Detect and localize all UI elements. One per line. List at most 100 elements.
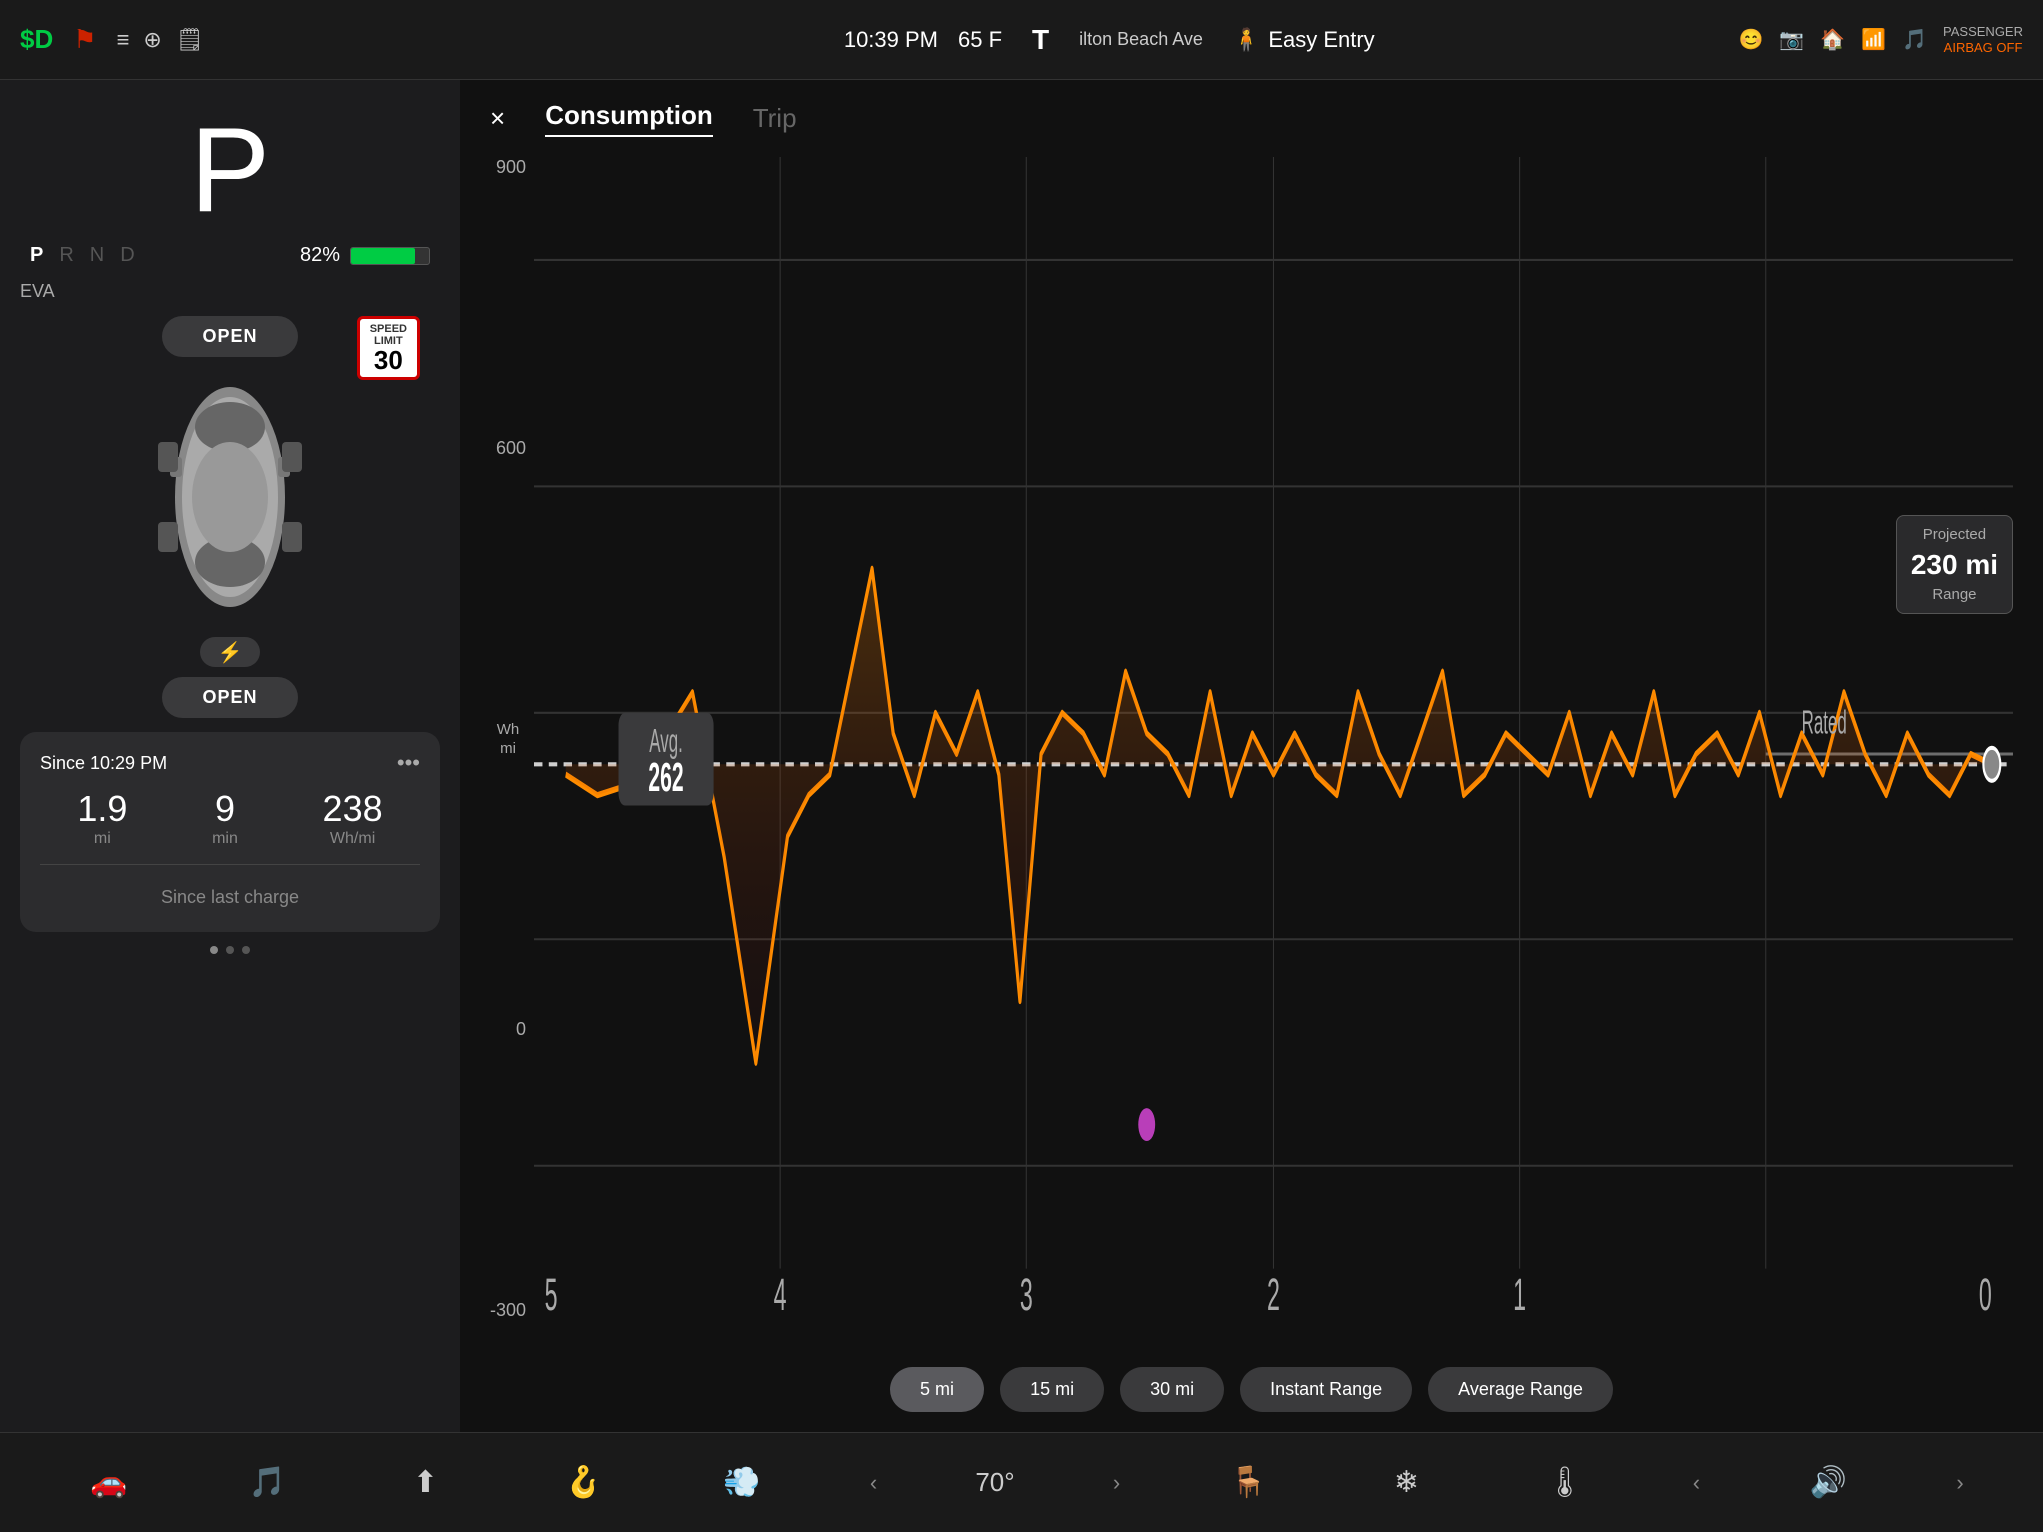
- svg-text:1: 1: [1513, 1268, 1526, 1320]
- temp-chevron-right[interactable]: ›: [1113, 1470, 1120, 1496]
- y-label-neg300: -300: [490, 1300, 526, 1321]
- temp-chevron-left[interactable]: ‹: [870, 1470, 877, 1496]
- temperature-display: 70°: [975, 1467, 1014, 1498]
- seat-icon[interactable]: 🪝: [554, 1453, 614, 1513]
- stats-row: 1.9 mi 9 min 238 Wh/mi: [40, 788, 420, 848]
- gear-display: P: [20, 100, 440, 230]
- volume-chevron-left[interactable]: ‹: [1693, 1470, 1700, 1496]
- easy-entry-label: Easy Entry: [1268, 27, 1374, 53]
- defrost-rear-icon[interactable]: ❄: [1376, 1453, 1436, 1513]
- battery-indicator: [350, 247, 430, 265]
- chart-area: 900 600 Whmi 0 -300: [490, 157, 2013, 1351]
- car-icon[interactable]: 🚗: [79, 1453, 139, 1513]
- chart-header: × Consumption Trip: [490, 100, 2013, 137]
- page-dots: [20, 946, 440, 954]
- charge-indicator: ⚡: [200, 637, 260, 667]
- range-btn-15mi[interactable]: 15 mi: [1000, 1367, 1104, 1412]
- range-btn-instant[interactable]: Instant Range: [1240, 1367, 1412, 1412]
- right-panel: × Consumption Trip 900 600 Whmi 0 -300: [460, 80, 2043, 1432]
- stat-distance-unit: mi: [94, 830, 111, 848]
- y-label-900: 900: [490, 157, 526, 178]
- battery-row: 82%: [300, 244, 430, 267]
- time-temp: 10:39 PM 65 F: [844, 27, 1002, 53]
- y-label-0: 0: [490, 1019, 526, 1040]
- stat-efficiency-value: 238: [323, 788, 383, 830]
- stat-efficiency-unit: Wh/mi: [330, 830, 375, 848]
- status-center: 10:39 PM 65 F T ilton Beach Ave 🧍 Easy E…: [480, 24, 1739, 56]
- projected-miles: 230 mi: [1911, 545, 1998, 584]
- volume-icon[interactable]: 🔊: [1798, 1453, 1858, 1513]
- since-charge: Since last charge: [40, 881, 420, 914]
- range-btn-5mi[interactable]: 5 mi: [890, 1367, 984, 1412]
- prnd-row: P R N D 82%: [20, 244, 440, 267]
- battery-percent: 82%: [300, 244, 340, 267]
- gear-d-letter: D: [120, 244, 134, 267]
- tab-trip[interactable]: Trip: [753, 103, 797, 134]
- dollar-d-icon: $D: [20, 24, 53, 55]
- projected-range-text: Range: [1911, 584, 1998, 605]
- stat-time-value: 9: [215, 788, 235, 830]
- open-btn-top[interactable]: OPEN: [162, 316, 297, 357]
- stats-header: Since 10:29 PM •••: [40, 750, 420, 776]
- smiley-icon: 😊: [1739, 27, 1764, 52]
- stat-distance-value: 1.9: [77, 788, 127, 830]
- lightning-icon: ⚡: [218, 640, 243, 665]
- status-right: 😊 📷 🏠 📶 🎵 PASSENGER AIRBAG OFF: [1739, 24, 2023, 55]
- open-btn-bottom[interactable]: OPEN: [162, 677, 297, 718]
- gear-p-letter: P: [30, 244, 43, 267]
- fan-icon[interactable]: 💨: [712, 1453, 772, 1513]
- y-axis-labels: 900 600 Whmi 0 -300: [490, 157, 534, 1351]
- home-icon[interactable]: 🏠: [1820, 27, 1845, 52]
- map-text: ilton Beach Ave: [1079, 29, 1203, 50]
- airbag-status: AIRBAG OFF: [1944, 40, 2023, 56]
- gear-r-letter: R: [59, 244, 73, 267]
- prnd-letters: P R N D: [30, 244, 135, 267]
- stat-time-unit: min: [212, 830, 238, 848]
- time-display: 10:39 PM: [844, 27, 938, 53]
- svg-text:262: 262: [648, 753, 683, 800]
- left-panel: P P R N D 82% EVA OPEN SPEEDLIMIT 30: [0, 80, 460, 1432]
- stats-card: Since 10:29 PM ••• 1.9 mi 9 min 238 Wh/m…: [20, 732, 440, 932]
- menu-icon: ≡: [117, 27, 130, 53]
- stats-menu-dots[interactable]: •••: [397, 750, 420, 776]
- bluetooth-icon: 🎵: [1902, 27, 1927, 52]
- range-btn-average[interactable]: Average Range: [1428, 1367, 1613, 1412]
- chart-inner: 5 4 3 2 1 0: [534, 157, 2013, 1351]
- speed-limit-number: 30: [370, 347, 407, 373]
- clipboard-icon: 🗒: [176, 27, 204, 53]
- wifi-icon: 📶: [1861, 27, 1886, 52]
- stat-efficiency: 238 Wh/mi: [323, 788, 383, 848]
- gear-n-letter: N: [90, 244, 104, 267]
- page-dot-1: [210, 946, 218, 954]
- page-dot-2: [226, 946, 234, 954]
- consumption-chart-svg: 5 4 3 2 1 0: [534, 157, 2013, 1351]
- svg-text:3: 3: [1020, 1268, 1033, 1320]
- projected-title: Projected: [1911, 524, 1998, 545]
- y-label-wh-mi: Whmi: [490, 720, 526, 759]
- svg-text:0: 0: [1979, 1268, 1992, 1320]
- eva-label: EVA: [20, 281, 440, 302]
- tesla-logo: T: [1032, 24, 1049, 56]
- tab-consumption[interactable]: Consumption: [545, 100, 713, 137]
- temp-display: 65 F: [958, 27, 1002, 53]
- stat-time: 9 min: [212, 788, 238, 848]
- svg-text:2: 2: [1267, 1268, 1280, 1320]
- range-btn-30mi[interactable]: 30 mi: [1120, 1367, 1224, 1412]
- music-icon[interactable]: 🎵: [237, 1453, 297, 1513]
- defrost-front-icon[interactable]: 🌡: [1535, 1453, 1595, 1513]
- car-illustration: [150, 367, 310, 627]
- temp-value: 70°: [975, 1467, 1014, 1498]
- screen-icon[interactable]: ⬆: [395, 1453, 455, 1513]
- person-seat-icon: 🧍: [1233, 27, 1260, 53]
- svg-text:4: 4: [774, 1268, 787, 1320]
- volume-chevron-right[interactable]: ›: [1956, 1470, 1963, 1496]
- close-button[interactable]: ×: [490, 103, 505, 134]
- passenger-label: PASSENGER: [1943, 24, 2023, 40]
- easy-entry[interactable]: 🧍 Easy Entry: [1233, 27, 1375, 53]
- steering-wheel-icon[interactable]: 🪑: [1218, 1453, 1278, 1513]
- taskbar: 🚗 🎵 ⬆ 🪝 💨 ‹ 70° › 🪑 ❄ 🌡 ‹ 🔊 ›: [0, 1432, 2043, 1532]
- battery-bar: [350, 247, 430, 265]
- stat-distance: 1.9 mi: [77, 788, 127, 848]
- stat-divider: [40, 864, 420, 865]
- status-left: $D ⚑ ≡ ⊕ 🗒: [20, 24, 480, 55]
